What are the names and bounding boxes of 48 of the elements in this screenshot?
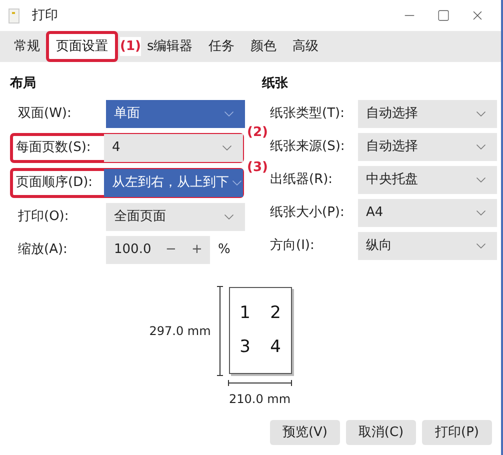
tab[interactable]: 颜色 bbox=[242, 33, 285, 60]
window-title: 打印 bbox=[32, 6, 58, 25]
tab[interactable]: s编辑器 bbox=[138, 33, 201, 60]
page-number: 2 bbox=[270, 302, 281, 324]
printer-app-icon bbox=[8, 8, 20, 24]
dropdown[interactable]: 中央托盘 bbox=[358, 166, 497, 194]
dropdown[interactable]: A4 bbox=[358, 198, 497, 226]
dropdown[interactable]: 单面 bbox=[106, 100, 245, 128]
dropdown[interactable]: 自动选择 bbox=[358, 132, 497, 160]
dropdown[interactable]: 4 bbox=[104, 134, 243, 162]
field-label: 纸张来源(S): bbox=[270, 138, 346, 156]
tab[interactable]: 页面设置 bbox=[48, 33, 116, 60]
field-label: 纸张类型(T): bbox=[270, 104, 346, 123]
dropdown[interactable]: 纵向 bbox=[358, 232, 497, 260]
increment-button[interactable]: + bbox=[184, 240, 210, 260]
section-heading: 纸张 bbox=[262, 75, 289, 93]
dialog-button[interactable]: 打印(P) bbox=[422, 420, 492, 445]
field-label: 每面页数(S): bbox=[16, 138, 92, 157]
callout-frame bbox=[46, 31, 118, 62]
page-number: 3 bbox=[240, 336, 250, 359]
callout-number: (3) bbox=[247, 158, 268, 176]
callout-number: (2) bbox=[247, 124, 268, 142]
dialog-button[interactable]: 预览(V) bbox=[270, 420, 340, 445]
dropdown[interactable]: 自动选择 bbox=[358, 100, 497, 128]
width-dimension-line bbox=[228, 380, 292, 386]
field-label: 方向(I): bbox=[270, 236, 316, 255]
tab[interactable]: 常规 bbox=[6, 33, 48, 60]
decrement-button[interactable]: − bbox=[158, 240, 184, 260]
scale-spinbox[interactable]: 100.0 − + bbox=[106, 236, 210, 264]
dropdown[interactable]: 全面页面 bbox=[106, 202, 245, 230]
percent-unit: % bbox=[218, 240, 230, 259]
page-number: 1 bbox=[240, 302, 250, 324]
height-dimension: 297.0 mm bbox=[149, 322, 211, 340]
field-label: 页面顺序(D): bbox=[16, 174, 94, 192]
width-dimension: 210.0 mm bbox=[228, 390, 291, 408]
callout-number: (1) bbox=[120, 36, 141, 56]
field-label: 纸张大小(P): bbox=[270, 204, 346, 222]
field-label: 出纸器(R): bbox=[270, 170, 334, 189]
field-label: 双面(W): bbox=[18, 104, 72, 123]
section-heading: 布局 bbox=[10, 75, 37, 93]
dropdown[interactable]: 从左到右，从上到下 bbox=[104, 168, 243, 196]
field-label: 打印(O): bbox=[18, 208, 70, 226]
maximize-icon[interactable] bbox=[437, 9, 450, 22]
field-label: 缩放(A): bbox=[18, 240, 68, 259]
page-number: 4 bbox=[270, 336, 281, 359]
dialog-button[interactable]: 取消(C) bbox=[346, 420, 416, 445]
tab[interactable]: 高级 bbox=[284, 33, 327, 60]
tab[interactable]: 任务 bbox=[200, 33, 243, 60]
